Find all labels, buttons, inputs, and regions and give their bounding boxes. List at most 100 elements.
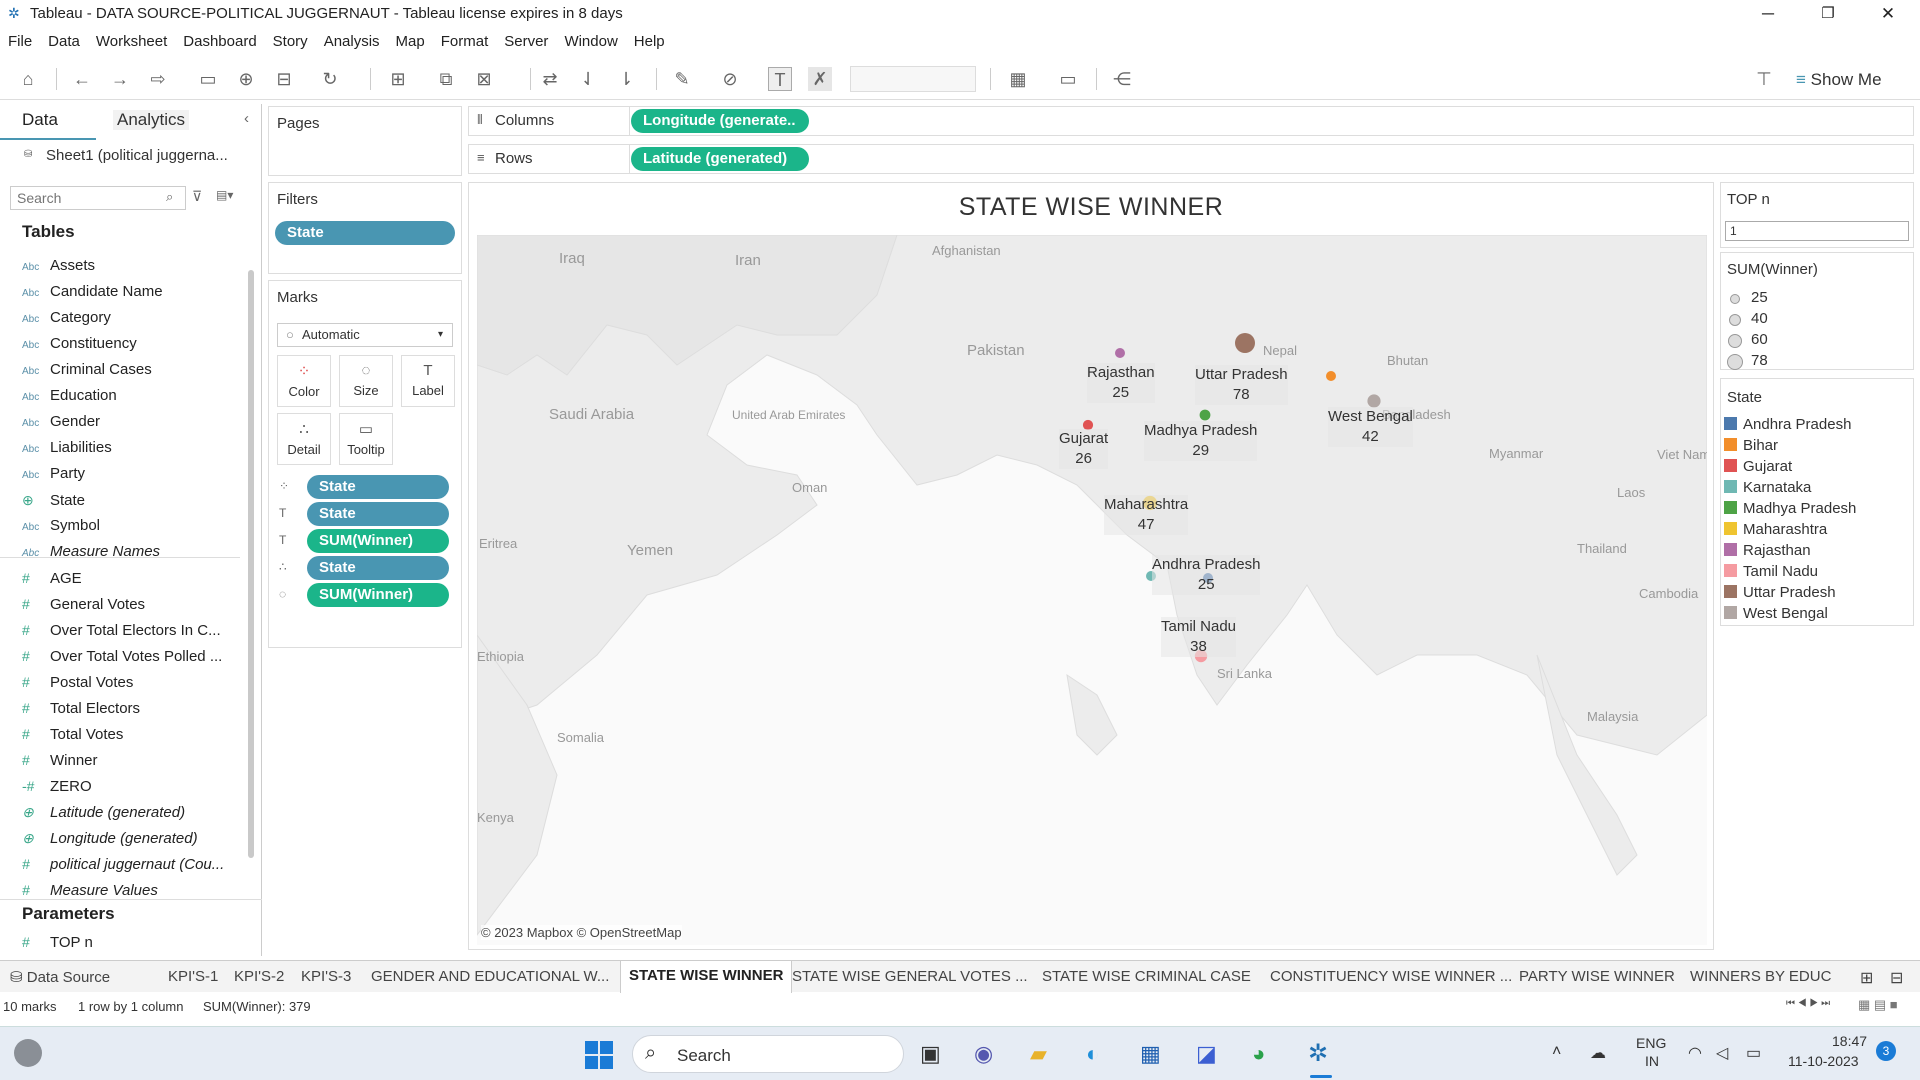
columns-pill[interactable]: Longitude (generate..	[631, 109, 809, 133]
field-total-electors[interactable]: # Total Electors	[22, 696, 140, 720]
field-category[interactable]: Abc Category	[22, 306, 111, 330]
field-over-total-votes-polled[interactable]: # Over Total Votes Polled ...	[22, 644, 222, 668]
marks-pill-state[interactable]: State	[307, 475, 449, 499]
tab-constituency-wise-winner[interactable]: CONSTITUENCY WISE WINNER ...	[1270, 968, 1512, 985]
clock-time[interactable]: 18:47	[1832, 1033, 1867, 1049]
group-icon[interactable]: ⊘	[718, 67, 742, 91]
field-measure-names[interactable]: Abc Measure Names	[22, 540, 160, 564]
topn-input[interactable]: 1	[1725, 221, 1909, 241]
tab-kpi-s-1[interactable]: KPI'S-1	[168, 968, 218, 985]
pause-updates-icon[interactable]: ⊟	[272, 67, 296, 91]
restore-button[interactable]: ❐	[1800, 0, 1856, 28]
edge-icon[interactable]: ◐	[1086, 1041, 1099, 1067]
marks-pill-sum-winner[interactable]: SUM(Winner)	[307, 529, 449, 553]
new-datasource-icon[interactable]: ⊕	[234, 67, 258, 91]
map[interactable]: Afghanistan Iraq Iran Pakistan Nepal Bhu…	[477, 235, 1707, 945]
minimize-button[interactable]: ─	[1740, 0, 1796, 28]
menu-data[interactable]: Data	[40, 28, 88, 50]
field-political-juggernaut-cou[interactable]: # political juggernaut (Cou...	[22, 852, 224, 876]
field-symbol[interactable]: Abc Symbol	[22, 514, 100, 538]
tab-data[interactable]: Data	[22, 110, 58, 130]
store-icon[interactable]: ▦	[1140, 1041, 1161, 1067]
weather-icon[interactable]	[14, 1039, 42, 1067]
home-icon[interactable]: ⌂	[16, 67, 40, 91]
rows-pill[interactable]: Latitude (generated)	[631, 147, 809, 171]
task-view-icon[interactable]: ▣	[920, 1041, 941, 1067]
marks-tooltip-button[interactable]: ▭ Tooltip	[339, 413, 393, 465]
menu-help[interactable]: Help	[626, 28, 673, 50]
tab-kpi-s-2[interactable]: KPI'S-2	[234, 968, 284, 985]
columns-shelf[interactable]: ⦀ Columns Longitude (generate..	[468, 106, 1914, 136]
volume-icon[interactable]: ◁	[1716, 1043, 1728, 1063]
lang-in[interactable]: IN	[1645, 1053, 1659, 1069]
field-constituency[interactable]: Abc Constituency	[22, 332, 137, 356]
tab-state-wise-criminal-case[interactable]: STATE WISE CRIMINAL CASE	[1042, 968, 1251, 985]
legend-item-bihar[interactable]: Bihar	[1724, 436, 1778, 456]
file-explorer-icon[interactable]: ▰	[1030, 1041, 1047, 1067]
field-winner[interactable]: # Winner	[22, 748, 98, 772]
map-mark-madhya-pradesh[interactable]	[1199, 409, 1211, 421]
field-state[interactable]: ⊕ State	[22, 488, 85, 512]
legend-item-andhra-pradesh[interactable]: Andhra Pradesh	[1724, 415, 1851, 435]
sort-desc-icon[interactable]: ⇂	[614, 67, 638, 91]
menu-dashboard[interactable]: Dashboard	[175, 28, 264, 50]
param-top-n[interactable]: # TOP n	[22, 930, 93, 954]
new-dashboard-icon[interactable]: ⊟	[1890, 968, 1903, 988]
marks-label-button[interactable]: T Label	[401, 355, 455, 407]
undo-icon[interactable]: ←	[70, 67, 94, 91]
marks-pill-state[interactable]: State	[307, 556, 449, 580]
menu-story[interactable]: Story	[265, 28, 316, 50]
clock-date[interactable]: 11-10-2023	[1788, 1053, 1859, 1069]
close-button[interactable]: ✕	[1860, 0, 1916, 28]
meet-icon[interactable]: ◉	[974, 1041, 993, 1067]
legend-item-karnataka[interactable]: Karnataka	[1724, 478, 1811, 498]
swap-icon[interactable]: ⇄	[538, 67, 562, 91]
tab-state-wise-winner[interactable]: STATE WISE WINNER	[620, 961, 793, 993]
map-mark-west-bengal[interactable]	[1367, 394, 1381, 408]
data-source-tab[interactable]: ⛁ Data Source	[10, 968, 110, 986]
pin-icon[interactable]: ⊤	[1752, 67, 1776, 91]
filter-pill-state[interactable]: State	[275, 221, 455, 245]
tray-chevron-icon[interactable]: ˄	[1552, 1043, 1561, 1061]
field-latitude-generated[interactable]: ⊕ Latitude (generated)	[22, 800, 185, 824]
tab-winners-by-educ[interactable]: WINNERS BY EDUC	[1690, 968, 1831, 985]
clear-sheet-icon[interactable]: ⊠	[472, 67, 496, 91]
legend-item-uttar-pradesh[interactable]: Uttar Pradesh	[1724, 583, 1836, 603]
legend-item-tamil-nadu[interactable]: Tamil Nadu	[1724, 562, 1818, 582]
scrollbar[interactable]	[248, 270, 254, 858]
save-icon[interactable]: ▭	[196, 67, 220, 91]
legend-item-gujarat[interactable]: Gujarat	[1724, 457, 1792, 477]
filter-icon[interactable]: ⊽	[192, 188, 202, 205]
map-mark-uttar-pradesh[interactable]	[1235, 333, 1255, 353]
fit-dropdown[interactable]	[850, 66, 976, 92]
tab-analytics[interactable]: Analytics	[113, 110, 190, 130]
presentation-icon[interactable]: ▭	[1056, 67, 1080, 91]
field-education[interactable]: Abc Education	[22, 384, 117, 408]
view-options-icon[interactable]: ▤▾	[216, 188, 233, 202]
datasource-name[interactable]: Sheet1 (political juggerna...	[46, 147, 228, 164]
legend-item-madhya-pradesh[interactable]: Madhya Pradesh	[1724, 499, 1856, 519]
field-longitude-generated[interactable]: ⊕ Longitude (generated)	[22, 826, 198, 850]
search-input[interactable]	[10, 186, 186, 210]
marks-size-button[interactable]: ◌ Size	[339, 355, 393, 407]
field-total-votes[interactable]: # Total Votes	[22, 722, 123, 746]
onedrive-icon[interactable]: ☁	[1590, 1043, 1606, 1063]
wifi-icon[interactable]: ◠	[1688, 1043, 1702, 1063]
field-over-total-electors-in-c[interactable]: # Over Total Electors In C...	[22, 618, 221, 642]
marks-pill-sum-winner[interactable]: SUM(Winner)	[307, 583, 449, 607]
tab-state-wise-general-votes[interactable]: STATE WISE GENERAL VOTES ...	[792, 968, 1028, 985]
menu-file[interactable]: File	[0, 28, 40, 50]
share-icon[interactable]: ⋲	[1110, 67, 1134, 91]
legend-item-west-bengal[interactable]: West Bengal	[1724, 604, 1828, 624]
field-gender[interactable]: Abc Gender	[22, 410, 100, 434]
field-criminal-cases[interactable]: Abc Criminal Cases	[22, 358, 152, 382]
legend-item-maharashtra[interactable]: Maharashtra	[1724, 520, 1827, 540]
new-worksheet-icon[interactable]: ⊞	[386, 67, 410, 91]
menu-map[interactable]: Map	[388, 28, 433, 50]
fix-axes-icon[interactable]: ✗	[808, 67, 832, 91]
menu-analysis[interactable]: Analysis	[316, 28, 388, 50]
sheet-nav-icon[interactable]: ⏮ ◀ ▶ ⏭	[1786, 998, 1830, 1009]
show-cards-icon[interactable]: ▦	[1006, 67, 1030, 91]
refresh-icon[interactable]: ↻	[318, 67, 342, 91]
marks-detail-button[interactable]: ∴ Detail	[277, 413, 331, 465]
